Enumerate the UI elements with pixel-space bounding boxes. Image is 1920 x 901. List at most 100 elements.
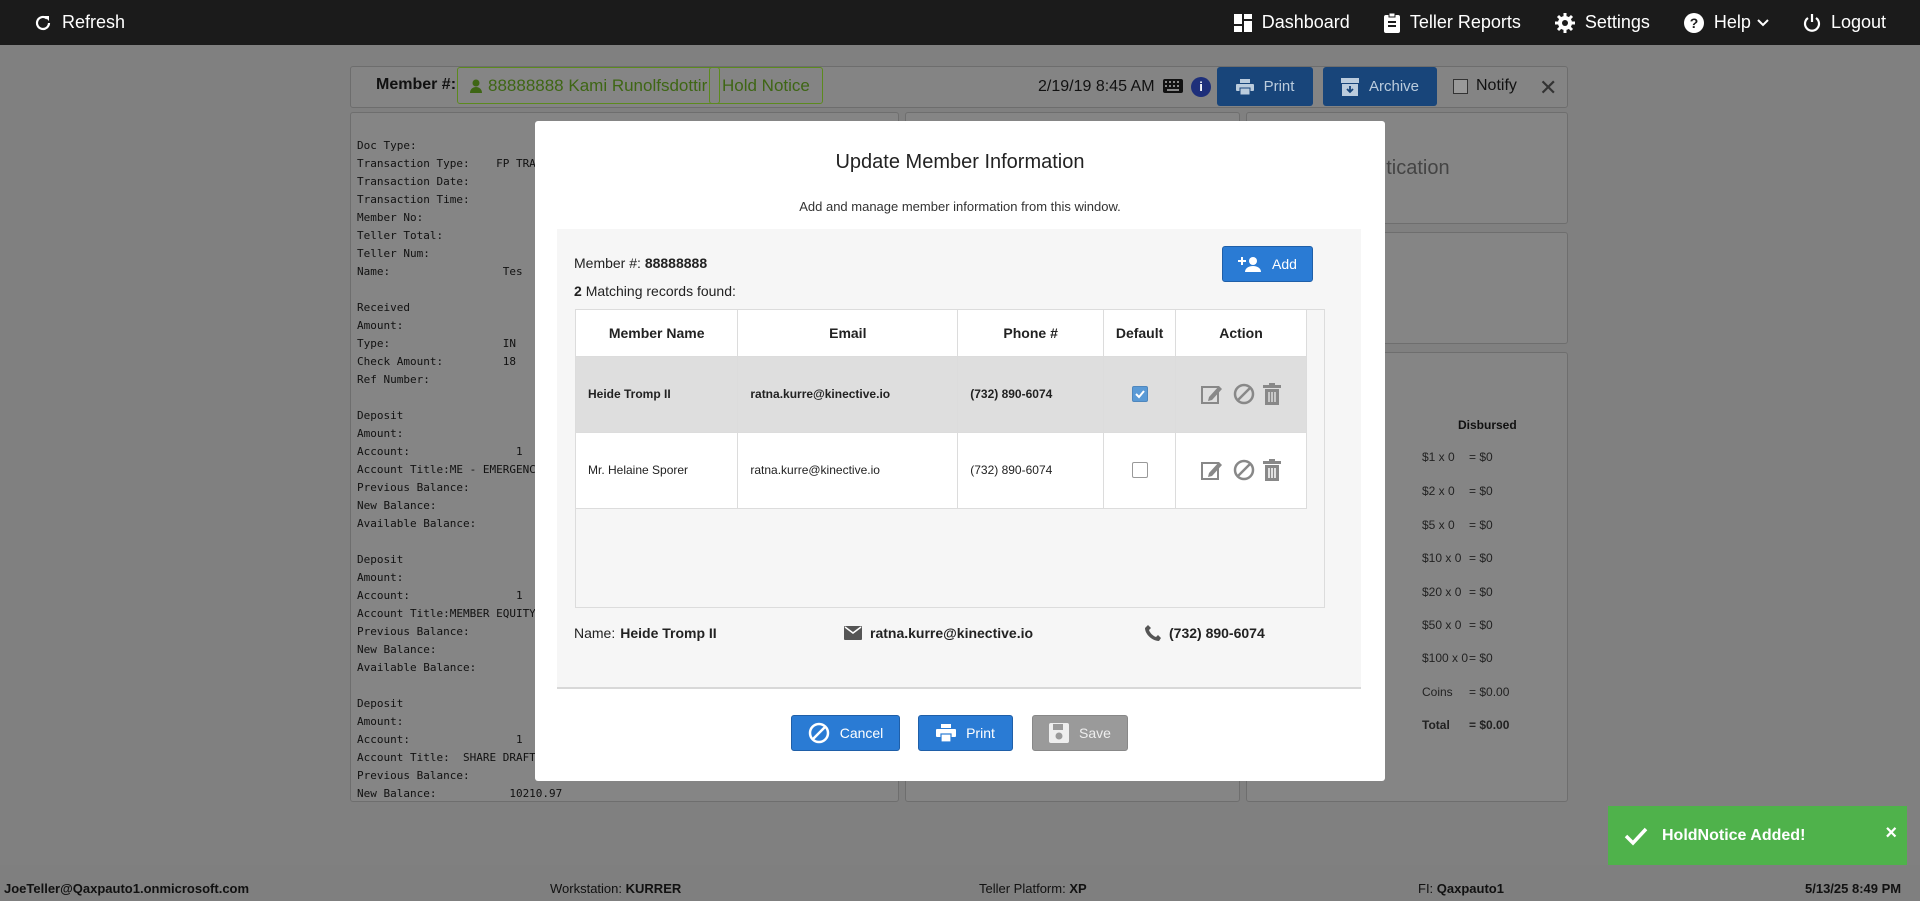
fi-label: FI: <box>1418 881 1434 896</box>
print-label: Print <box>1263 78 1295 95</box>
svg-text:?: ? <box>1690 15 1699 31</box>
toast-notification: HoldNotice Added! × <box>1608 806 1907 865</box>
refresh-icon <box>35 15 51 30</box>
phone-value: (732) 890-6074 <box>1169 625 1265 641</box>
notify-checkbox[interactable]: Notify <box>1453 77 1517 95</box>
workstation-value: KURRER <box>625 881 682 896</box>
settings-button[interactable]: Settings <box>1554 12 1650 33</box>
column-header-action: Action <box>1175 310 1307 357</box>
member-button[interactable]: 88888888 Kami Runolfsdottir <box>457 67 721 104</box>
match-count: 2 <box>574 283 582 299</box>
selected-name: Name: Heide Tromp II <box>574 625 717 641</box>
phone-cell: (732) 890-6074 <box>957 432 1105 509</box>
action-cell <box>1175 356 1307 433</box>
logout-button[interactable]: Logout <box>1803 12 1886 33</box>
notify-checkbox-box[interactable] <box>1453 78 1468 94</box>
default-checkbox[interactable] <box>1131 462 1148 478</box>
edit-icon[interactable] <box>1201 459 1225 481</box>
help-menu[interactable]: ? Help <box>1683 12 1769 33</box>
top-navigation-bar: Refresh Dashboard Teller Reports Setting… <box>0 0 1920 45</box>
settings-label: Settings <box>1584 12 1650 32</box>
modal-subtitle: Add and manage member information from t… <box>799 199 1121 214</box>
modal-title: Update Member Information <box>835 151 1085 173</box>
toast-close-button[interactable]: × <box>1885 822 1897 845</box>
name-label: Name: <box>574 625 616 641</box>
cash-value: = $0 <box>1469 518 1493 532</box>
member-number-label: Member #: <box>376 76 457 93</box>
cash-denom: $10 x 0 <box>1422 551 1462 565</box>
default-checkbox-checked[interactable] <box>1131 386 1148 402</box>
cancel-button[interactable]: Cancel <box>791 715 900 751</box>
add-member-button[interactable]: Add <box>1222 246 1313 282</box>
status-user: JoeTeller@Qaxpauto1.onmicrosoft.com <box>4 881 249 896</box>
update-member-modal: Update Member Information Add and manage… <box>535 121 1385 781</box>
archive-label: Archive <box>1368 78 1420 95</box>
member-button-label: 88888888 Kami Runolfsdottir <box>488 75 708 95</box>
selected-phone: (732) 890-6074 <box>1145 625 1265 641</box>
add-label: Add <box>1272 256 1297 272</box>
dashboard-button[interactable]: Dashboard <box>1233 12 1350 33</box>
info-icon[interactable]: i <box>1191 77 1211 97</box>
column-header-email[interactable]: Email <box>737 310 959 357</box>
column-header-default[interactable]: Default <box>1103 310 1177 357</box>
keyboard-icon[interactable] <box>1163 79 1183 93</box>
checkmark-icon <box>1624 827 1648 846</box>
dashboard-label: Dashboard <box>1261 12 1350 32</box>
cash-header: Disbursed <box>1458 418 1517 432</box>
cash-denom: $1 x 0 <box>1422 450 1455 464</box>
matching-records-count: 2 Matching records found: <box>574 283 736 299</box>
table-row[interactable]: Mr. Helaine Sporer ratna.kurre@kinective… <box>576 432 1307 509</box>
modal-member-number: Member #: 88888888 <box>574 255 707 271</box>
email-cell: ratna.kurre@kinective.io <box>737 432 959 509</box>
save-button[interactable]: Save <box>1032 715 1128 751</box>
member-number-label: Member #: <box>574 255 641 271</box>
member-name-cell: Heide Tromp II <box>576 356 739 433</box>
default-cell <box>1103 432 1177 509</box>
modal-print-button[interactable]: Print <box>918 715 1013 751</box>
chevron-down-icon <box>1757 18 1769 26</box>
archive-icon <box>1340 77 1359 96</box>
disable-icon[interactable] <box>1233 383 1255 405</box>
envelope-icon <box>844 626 862 640</box>
cancel-icon <box>808 722 829 744</box>
name-value: Heide Tromp II <box>620 625 717 641</box>
disable-icon[interactable] <box>1233 459 1255 481</box>
refresh-label: Refresh <box>62 12 126 32</box>
selected-email: ratna.kurre@kinective.io <box>844 625 1033 641</box>
transaction-datetime: 2/19/19 8:45 AM <box>1038 78 1155 95</box>
column-header-member-name[interactable]: Member Name <box>576 310 739 357</box>
cash-denom: $2 x 0 <box>1422 484 1455 498</box>
print-label: Print <box>966 725 995 741</box>
table-row[interactable]: Heide Tromp II ratna.kurre@kinective.io … <box>576 356 1307 433</box>
table-header-row: Member Name Email Phone # Default Action <box>576 310 1307 357</box>
members-table: Member Name Email Phone # Default Action… <box>576 310 1307 509</box>
gear-icon <box>1554 12 1575 33</box>
column-header-phone[interactable]: Phone # <box>957 310 1105 357</box>
cancel-label: Cancel <box>839 725 884 741</box>
teller-reports-button[interactable]: Teller Reports <box>1383 12 1521 33</box>
match-text: Matching records found: <box>585 283 736 299</box>
print-button[interactable]: Print <box>1217 67 1313 106</box>
refresh-button[interactable]: Refresh <box>0 12 125 33</box>
floppy-disk-icon <box>1049 723 1070 743</box>
cash-value: = $0 <box>1469 551 1493 565</box>
save-label: Save <box>1079 725 1111 741</box>
fi-value: Qaxpauto1 <box>1436 881 1504 896</box>
edit-icon[interactable] <box>1201 383 1225 405</box>
notify-label: Notify <box>1476 77 1517 94</box>
member-records-section: Member #: 88888888 2 Matching records fo… <box>557 229 1361 689</box>
printer-icon <box>1235 78 1254 95</box>
default-cell <box>1103 356 1177 433</box>
phone-icon <box>1145 625 1161 641</box>
delete-icon[interactable] <box>1263 459 1282 481</box>
cash-value: = $0 <box>1469 484 1493 498</box>
status-datetime: 5/13/25 8:49 PM <box>1805 881 1901 896</box>
toast-message: HoldNotice Added! <box>1662 826 1806 844</box>
hold-notice-button[interactable]: Hold Notice <box>709 67 823 104</box>
checkmark-icon <box>1134 390 1145 399</box>
delete-icon[interactable] <box>1263 383 1282 405</box>
question-circle-icon: ? <box>1683 12 1704 33</box>
close-icon[interactable]: ✕ <box>1539 75 1557 101</box>
status-platform: Teller Platform: XP <box>979 881 1087 896</box>
archive-button[interactable]: Archive <box>1323 67 1437 106</box>
